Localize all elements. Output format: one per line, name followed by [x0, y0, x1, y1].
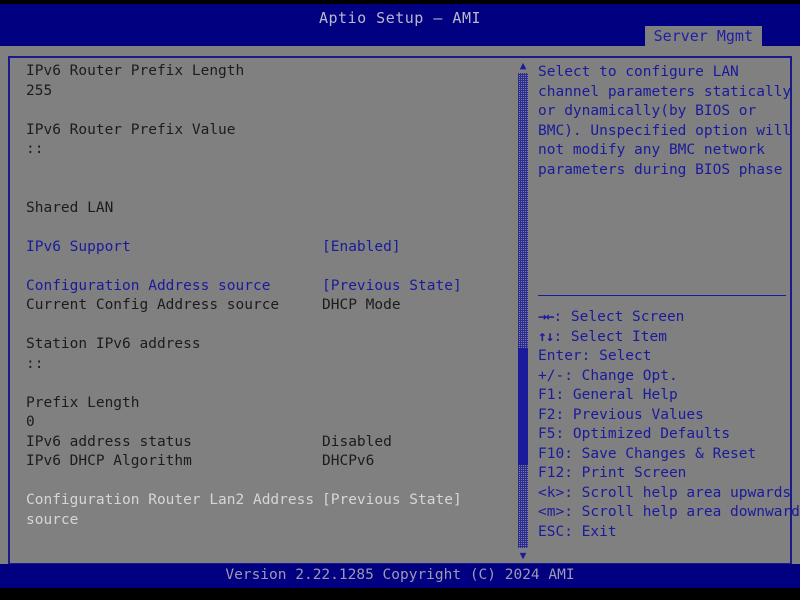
setting-row: Station IPv6 address: [26, 336, 506, 356]
setting-label: Shared LAN: [26, 199, 114, 216]
setting-value: DHCP Mode: [322, 297, 401, 313]
setting-row: 0: [26, 414, 506, 434]
spacer-row: [26, 473, 506, 493]
spacer-row: [26, 219, 506, 239]
key-legend-line: →←: Select Screen: [538, 308, 788, 328]
tab-strip: Server Mgmt: [644, 26, 762, 47]
setting-row[interactable]: Configuration Address source [Previous St…: [26, 278, 506, 298]
key-legend-line: <m>: Scroll help area downwards: [538, 504, 800, 520]
setting-row: IPv6 Router Prefix Length: [26, 63, 506, 83]
help-line: Select to configure LAN: [538, 64, 739, 80]
setting-label: IPv6 Support: [26, 238, 131, 255]
spacer-row: [26, 317, 506, 337]
setting-label: Configuration Address source: [26, 277, 271, 294]
key-legend-line: Enter: Select: [538, 348, 652, 364]
setting-row[interactable]: IPv6 Support [Enabled]: [26, 239, 506, 259]
footer-bar: Version 2.22.1285 Copyright (C) 2024 AMI: [0, 564, 800, 588]
up-down-arrow-icon: ↑↓: [538, 328, 555, 345]
spacer-row: [26, 180, 506, 200]
settings-scrollbar[interactable]: ▲ ▼: [517, 60, 529, 561]
version-text: Version 2.22.1285 Copyright (C) 2024 AMI: [225, 567, 575, 583]
setting-value[interactable]: [Previous State]: [322, 278, 462, 294]
help-description: Select to configure LAN channel parameter…: [538, 63, 792, 180]
help-line: parameters during BIOS phase: [538, 161, 783, 178]
scrollbar-thumb[interactable]: [518, 348, 528, 465]
key-legend-line: <k>: Scroll help area upwards: [538, 484, 792, 501]
key-legend-line: F10: Save Changes & Reset: [538, 445, 757, 462]
key-legend-line: +/-: Change Opt.: [538, 367, 678, 384]
setting-row: IPv6 Router Prefix Value: [26, 122, 506, 142]
setting-row: ::: [26, 356, 506, 376]
setting-value[interactable]: [Enabled]: [322, 239, 401, 255]
key-legend-line: F12: Print Screen: [538, 465, 687, 481]
key-legend-line: ↑↓: Select Item: [538, 328, 788, 348]
setting-row: Configuration Router Lan2 Address [Previo…: [26, 492, 506, 512]
page-title: Aptio Setup – AMI: [318, 9, 482, 27]
setting-label: 0: [26, 414, 35, 430]
setting-label: Current Config Address source: [26, 297, 280, 313]
setting-label: IPv6 DHCP Algorithm: [26, 453, 192, 469]
setting-label: ::: [26, 355, 44, 372]
key-legend: →←: Select Screen ↑↓: Select Item Enter: S…: [538, 308, 800, 542]
key-legend-line: F1: General Help: [538, 387, 678, 403]
setting-label: IPv6 address status: [26, 433, 192, 450]
setting-row: IPv6 address status Disabled: [26, 434, 506, 454]
scrollbar-track[interactable]: [518, 73, 528, 548]
key-legend-text: : Select Item: [553, 328, 667, 345]
setting-label: Station IPv6 address: [26, 336, 201, 352]
setting-value: DHCPv6: [322, 453, 375, 469]
setting-label: 255: [26, 82, 53, 99]
key-legend-line: ESC: Exit: [538, 523, 617, 540]
help-line: not modify any BMC network: [538, 142, 765, 158]
key-legend-line: F2: Previous Values: [538, 406, 704, 423]
settings-list: IPv6 Router Prefix Length 255 IPv6 Router …: [26, 63, 506, 531]
help-separator: [538, 295, 786, 296]
setting-row: Current Config Address source DHCP Mode: [26, 297, 506, 317]
spacer-row: [26, 258, 506, 278]
bios-setup-screen: Aptio Setup – AMI Server Mgmt IPv6 Route…: [0, 0, 800, 600]
scroll-down-arrow-icon[interactable]: ▼: [518, 550, 528, 561]
help-line: channel parameters statically: [538, 83, 792, 100]
setting-row: Shared LAN: [26, 200, 506, 220]
help-line: BMC). Unspecified option will: [538, 122, 792, 139]
key-legend-text: : Select Screen: [553, 309, 685, 325]
title-bar: Aptio Setup – AMI Server Mgmt: [0, 4, 800, 47]
setting-value: [Previous State]: [322, 492, 462, 508]
setting-label: IPv6 Router Prefix Length: [26, 63, 245, 79]
setting-row: 255: [26, 83, 506, 103]
spacer-row: [26, 102, 506, 122]
key-legend-line: F5: Optimized Defaults: [538, 426, 731, 442]
setting-label: ::: [26, 141, 44, 157]
spacer-row: [26, 375, 506, 395]
scroll-up-arrow-icon[interactable]: ▲: [518, 60, 528, 71]
setting-label: IPv6 Router Prefix Value: [26, 121, 236, 138]
setting-row: IPv6 DHCP Algorithm DHCPv6: [26, 453, 506, 473]
setting-label: Configuration Router Lan2 Address: [26, 492, 315, 508]
setting-label: source: [26, 511, 79, 528]
setting-value: Disabled: [322, 433, 392, 450]
spacer-row: [26, 161, 506, 181]
setting-row: ::: [26, 141, 506, 161]
tab-server-mgmt[interactable]: Server Mgmt: [644, 26, 762, 47]
help-line: or dynamically(by BIOS or: [538, 103, 757, 119]
setting-row: source: [26, 512, 506, 532]
left-right-arrow-icon: →←: [538, 309, 555, 325]
setting-label: Prefix Length: [26, 394, 140, 411]
setting-row: Prefix Length: [26, 395, 506, 415]
